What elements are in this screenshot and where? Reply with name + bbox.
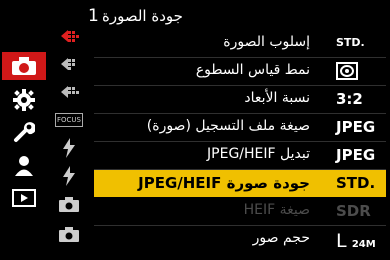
menu-item-label: صيغة ملف التسجيل (صورة) — [146, 118, 310, 134]
subtab-camera-1[interactable] — [54, 192, 84, 216]
menu-item-heif-format: صيغة HEIF SDR — [94, 198, 386, 226]
page-title: جودة الصورة — [102, 7, 183, 25]
menu-item-value: SDR — [336, 202, 371, 220]
page-number: 1 — [88, 6, 99, 26]
menu-item-label: صيغة HEIF — [243, 202, 310, 218]
menu-item-value: JPEG — [336, 146, 376, 164]
subtab-focus[interactable]: FOCUS — [54, 108, 84, 132]
menu-item-label: حجم صور — [252, 230, 310, 246]
menu-item-aspect-ratio[interactable]: نسبة الأبعاد 3:2 — [94, 86, 386, 114]
menu-item-label: نمط قياس السطوع — [195, 62, 310, 78]
size-megapixels: 24M — [351, 239, 376, 250]
gear-icon — [13, 89, 35, 111]
menu-item-photo-style[interactable]: إسلوب الصورة STD. — [94, 30, 386, 58]
tab-photo[interactable] — [2, 52, 46, 80]
menu-item-picture-size[interactable]: حجم صور L 24M — [94, 226, 386, 253]
menu-list: إسلوب الصورة STD. نمط قياس السطوع نسبة ا… — [88, 28, 388, 254]
menu-header: 1 جودة الصورة — [88, 4, 388, 28]
menu-item-value: STD. — [336, 174, 376, 192]
tab-setup[interactable] — [2, 118, 46, 146]
menu-item-picture-quality[interactable]: جودة صورة JPEG/HEIF STD. — [94, 170, 386, 197]
menu-item-label: تبديل JPEG/HEIF — [207, 146, 310, 162]
tab-custom[interactable] — [2, 86, 46, 114]
person-icon — [15, 156, 33, 176]
menu-item-label: نسبة الأبعاد — [244, 90, 310, 106]
sub-tab-column: FOCUS — [50, 10, 86, 250]
image-quality-icon — [61, 58, 75, 70]
metering-multi-icon — [336, 62, 358, 80]
flash-icon — [63, 138, 75, 158]
subtab-flash-1[interactable] — [54, 136, 84, 160]
menu-item-label: إسلوب الصورة — [223, 34, 310, 50]
photo-style-std-icon: STD. — [336, 36, 365, 49]
subtab-image-quality[interactable] — [54, 24, 84, 48]
menu-item-label: جودة صورة JPEG/HEIF — [138, 174, 310, 192]
menu-item-file-format[interactable]: صيغة ملف التسجيل (صورة) JPEG — [94, 114, 386, 142]
camera-small-icon — [59, 227, 79, 242]
menu-item-value: 3:2 — [336, 90, 363, 108]
main-tab-column — [2, 10, 46, 250]
subtab-3[interactable] — [54, 80, 84, 104]
menu-item-value: JPEG — [336, 118, 376, 136]
camera-small-icon — [59, 197, 79, 212]
tab-playback[interactable] — [2, 184, 46, 212]
image-quality-icon — [61, 86, 79, 98]
metering-value — [336, 62, 358, 84]
tab-my-menu[interactable] — [2, 152, 46, 180]
subtab-flash-2[interactable] — [54, 164, 84, 188]
size-letter: L — [336, 230, 347, 252]
menu-item-value: L 24M — [336, 230, 376, 252]
subtab-2[interactable] — [54, 52, 84, 76]
camera-icon — [12, 57, 36, 75]
focus-icon: FOCUS — [55, 113, 83, 127]
camera-menu-screen: 1 جودة الصورة FOCUS إسلوب الصورة STD. نم… — [0, 0, 390, 260]
subtab-camera-2[interactable] — [54, 222, 84, 246]
flash-icon — [63, 166, 75, 186]
menu-item-jpeg-heif-switch[interactable]: تبديل JPEG/HEIF JPEG — [94, 142, 386, 170]
playback-icon — [12, 189, 36, 207]
wrench-icon — [14, 122, 35, 142]
menu-item-metering-mode[interactable]: نمط قياس السطوع — [94, 58, 386, 86]
image-quality-icon — [61, 30, 79, 42]
